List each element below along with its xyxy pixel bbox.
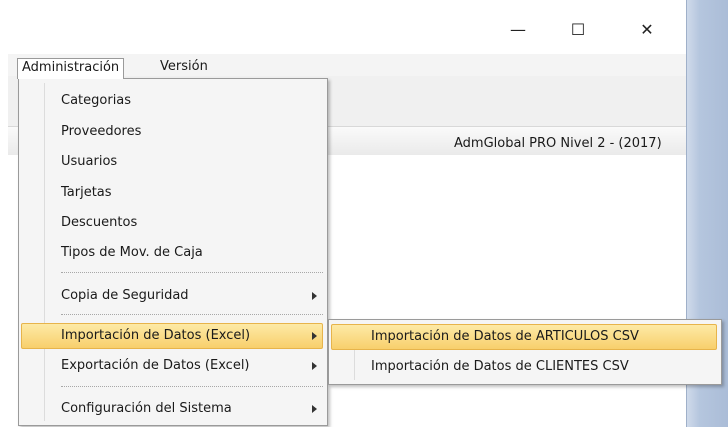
close-icon: ✕ bbox=[640, 19, 654, 39]
menu-separator bbox=[61, 314, 323, 315]
menu-item-exportacion-datos[interactable]: Exportación de Datos (Excel) bbox=[21, 353, 323, 379]
maximize-button[interactable]: ☐ bbox=[558, 14, 598, 44]
menu-item-usuarios[interactable]: Usuarios bbox=[21, 149, 323, 175]
menu-item-label: Usuarios bbox=[61, 154, 118, 169]
menu-item-label: Importación de Datos de CLIENTES CSV bbox=[371, 359, 629, 374]
minimize-button[interactable]: — bbox=[498, 14, 538, 44]
menu-separator bbox=[61, 386, 323, 387]
close-button[interactable]: ✕ bbox=[627, 14, 667, 44]
menu-item-importacion-datos[interactable]: Importación de Datos (Excel) bbox=[21, 323, 323, 349]
menu-item-label: Tarjetas bbox=[61, 185, 112, 200]
submenu-item-importar-articulos-csv[interactable]: Importación de Datos de ARTICULOS CSV bbox=[331, 324, 717, 350]
importacion-submenu: Importación de Datos de ARTICULOS CSV Im… bbox=[328, 319, 722, 385]
menu-item-label: Exportación de Datos (Excel) bbox=[61, 358, 250, 373]
menu-item-label: Categorias bbox=[61, 93, 132, 108]
menu-item-label: Tipos de Mov. de Caja bbox=[61, 245, 203, 260]
menu-item-label: Importación de Datos de ARTICULOS CSV bbox=[371, 329, 639, 344]
menu-item-proveedores[interactable]: Proveedores bbox=[21, 119, 323, 145]
menu-item-descuentos[interactable]: Descuentos bbox=[21, 210, 323, 236]
menu-separator bbox=[61, 272, 323, 273]
menu-item-label: Copia de Seguridad bbox=[61, 288, 189, 303]
submenu-arrow-icon bbox=[312, 292, 317, 300]
menu-item-tipos-mov-caja[interactable]: Tipos de Mov. de Caja bbox=[21, 240, 323, 266]
app-title: AdmGlobal PRO Nivel 2 - (2017) bbox=[454, 136, 662, 151]
menu-item-label: Proveedores bbox=[61, 124, 142, 139]
menu-item-label: Descuentos bbox=[61, 215, 138, 230]
minimize-icon: — bbox=[510, 19, 526, 39]
submenu-arrow-icon bbox=[312, 332, 317, 340]
menu-version[interactable]: Versión bbox=[156, 58, 212, 78]
menu-item-copia-seguridad[interactable]: Copia de Seguridad bbox=[21, 283, 323, 309]
menu-item-categorias[interactable]: Categorias bbox=[21, 88, 323, 114]
administracion-dropdown: Categorias Proveedores Usuarios Tarjetas… bbox=[18, 78, 328, 426]
maximize-icon: ☐ bbox=[570, 19, 586, 39]
submenu-arrow-icon bbox=[312, 362, 317, 370]
menu-item-configuracion-sistema[interactable]: Configuración del Sistema bbox=[21, 396, 323, 422]
menu-item-label: Configuración del Sistema bbox=[61, 401, 232, 416]
submenu-item-importar-clientes-csv[interactable]: Importación de Datos de CLIENTES CSV bbox=[331, 354, 717, 380]
menu-item-tarjetas[interactable]: Tarjetas bbox=[21, 180, 323, 206]
menu-administracion[interactable]: Administración bbox=[17, 58, 125, 79]
submenu-arrow-icon bbox=[312, 405, 317, 413]
menu-item-label: Importación de Datos (Excel) bbox=[61, 328, 251, 343]
